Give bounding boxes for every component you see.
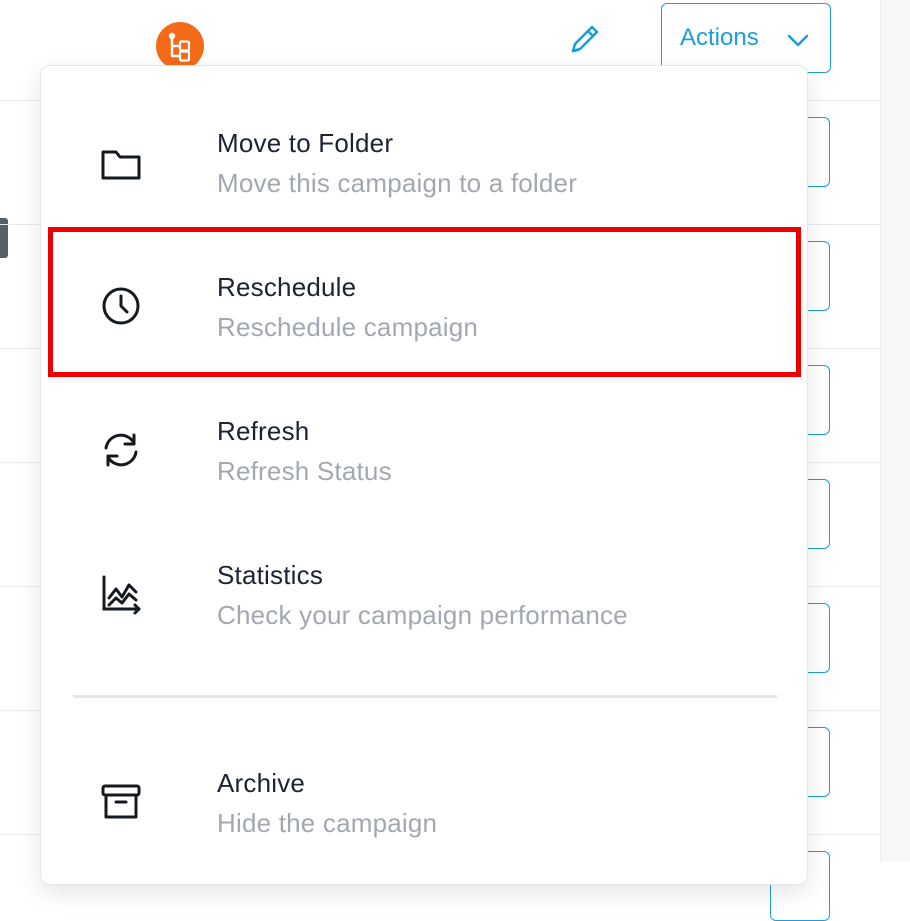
menu-item-title: Archive xyxy=(217,768,306,798)
menu-item-move-to-folder[interactable]: Move to Folder Move this campaign to a f… xyxy=(41,78,807,208)
menu-item-title: Move to Folder xyxy=(217,128,394,158)
menu-item-refresh[interactable]: Refresh Refresh Status xyxy=(41,366,807,496)
pencil-icon[interactable] xyxy=(566,20,604,58)
archive-icon xyxy=(99,780,143,824)
refresh-icon xyxy=(99,428,143,472)
menu-item-reschedule[interactable]: Reschedule Reschedule campaign xyxy=(41,222,807,352)
folder-icon xyxy=(99,142,143,186)
menu-item-statistics[interactable]: Statistics Check your campaign performan… xyxy=(41,510,807,640)
menu-item-description: Hide the campaign xyxy=(217,808,438,838)
menu-item-description: Check your campaign performance xyxy=(217,600,628,630)
menu-item-description: Refresh Status xyxy=(217,456,392,486)
menu-item-archive[interactable]: Archive Hide the campaign xyxy=(41,718,807,848)
menu-item-title: Refresh xyxy=(217,416,310,446)
menu-divider xyxy=(73,695,777,698)
actions-dropdown-button[interactable]: Actions xyxy=(661,3,831,73)
workflow-icon xyxy=(156,22,204,70)
chevron-down-icon xyxy=(786,29,810,53)
menu-item-description: Move this campaign to a folder xyxy=(217,168,578,198)
menu-item-title: Statistics xyxy=(217,560,324,590)
page-scroll-gutter xyxy=(880,0,910,862)
statistics-icon xyxy=(99,572,143,616)
clock-icon xyxy=(99,284,143,328)
actions-button-label: Actions xyxy=(680,24,759,51)
menu-item-title: Reschedule xyxy=(217,272,357,302)
actions-dropdown-menu: Move to Folder Move this campaign to a f… xyxy=(40,65,808,885)
menu-item-description: Reschedule campaign xyxy=(217,312,479,342)
